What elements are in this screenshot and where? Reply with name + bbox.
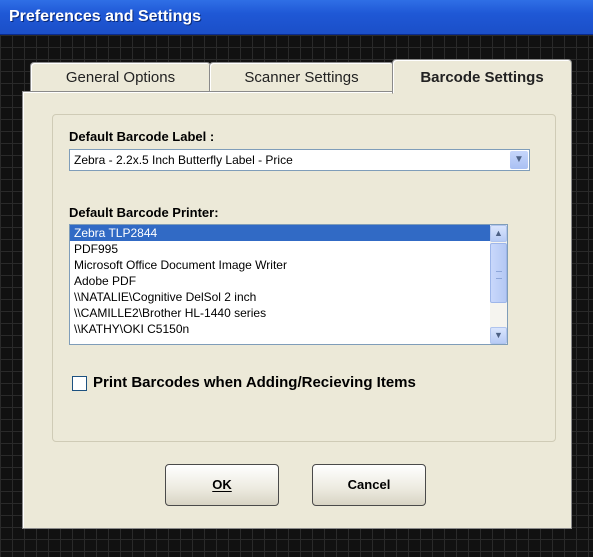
scroll-up-icon[interactable]: ▲ [490, 225, 507, 242]
default-label-title: Default Barcode Label : [69, 129, 215, 144]
cancel-button[interactable]: Cancel [312, 464, 426, 506]
print-barcodes-label[interactable]: Print Barcodes when Adding/Recieving Ite… [93, 374, 416, 391]
tab-barcode-settings[interactable]: Barcode Settings [392, 59, 572, 94]
list-item[interactable]: \\CAMILLE2\Brother HL-1440 series [70, 305, 507, 321]
default-printer-title: Default Barcode Printer: [69, 205, 219, 220]
list-scrollbar[interactable]: ▲ ▼ [490, 225, 507, 344]
grip-icon [496, 271, 502, 279]
title-bar[interactable]: Preferences and Settings [0, 0, 593, 35]
list-item[interactable]: \\KATHY\OKI C5150n [70, 321, 507, 337]
print-barcodes-checkbox[interactable] [72, 376, 87, 391]
default-label-select[interactable]: Zebra - 2.2x.5 Inch Butterfly Label - Pr… [69, 149, 530, 171]
scroll-thumb[interactable] [490, 243, 507, 303]
chevron-down-icon[interactable]: ▼ [510, 151, 528, 169]
ok-button[interactable]: OK [165, 464, 279, 506]
ok-button-label: OK [212, 477, 232, 492]
list-item[interactable]: PDF995 [70, 241, 507, 257]
tab-scanner-settings[interactable]: Scanner Settings [209, 62, 394, 93]
scroll-down-icon[interactable]: ▼ [490, 327, 507, 344]
list-item[interactable]: Adobe PDF [70, 273, 507, 289]
printer-list[interactable]: Zebra TLP2844 PDF995 Microsoft Office Do… [69, 224, 508, 345]
tab-general-options[interactable]: General Options [30, 62, 211, 93]
window-title: Preferences and Settings [9, 8, 202, 25]
cancel-button-label: Cancel [347, 477, 391, 492]
list-item[interactable]: Zebra TLP2844 [70, 225, 507, 241]
list-item[interactable]: Microsoft Office Document Image Writer [70, 257, 507, 273]
list-item[interactable]: \\NATALIE\Cognitive DelSol 2 inch [70, 289, 507, 305]
default-label-value: Zebra - 2.2x.5 Inch Butterfly Label - Pr… [74, 153, 293, 167]
